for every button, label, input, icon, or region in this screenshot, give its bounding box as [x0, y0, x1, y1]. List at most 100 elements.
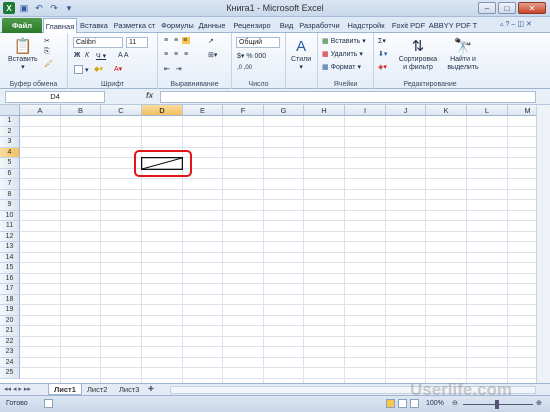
row-header-16[interactable]: 16 [0, 273, 20, 284]
vertical-align-buttons[interactable]: ≡ ≡ ≡ [164, 37, 191, 44]
row-header-2[interactable]: 2 [0, 126, 20, 137]
find-select-button[interactable]: 🔭 Найти и выделить [442, 36, 484, 72]
tab-page-layout[interactable]: Разметка ст [111, 18, 158, 33]
column-header-a[interactable]: A [20, 105, 61, 116]
row-header-17[interactable]: 17 [0, 284, 20, 295]
row-header-24[interactable]: 24 [0, 357, 20, 368]
row-header-1[interactable]: 1 [0, 116, 20, 127]
column-header-j[interactable]: J [386, 105, 426, 116]
column-header-e[interactable]: E [183, 105, 223, 116]
sheet-nav-icons[interactable]: ◂◂ ◂ ▸ ▸▸ [4, 385, 31, 393]
worksheet-grid[interactable]: A B C D E F G H I J K L M 1 2 3 4 5 6 7 8 9 10 11 12 13 14 15 16 17 18… [0, 105, 550, 383]
vertical-scrollbar[interactable] [536, 105, 550, 383]
column-header-g[interactable]: G [264, 105, 304, 116]
borders-button[interactable]: ▾ [74, 65, 89, 74]
column-header-k[interactable]: K [426, 105, 467, 116]
zoom-level[interactable]: 100% [426, 400, 444, 407]
horizontal-align-buttons[interactable]: ≡ ≡ ≡ [164, 51, 190, 58]
font-size-select[interactable]: 11 [126, 37, 148, 48]
macro-record-icon[interactable] [44, 399, 53, 408]
row-header-15[interactable]: 15 [0, 263, 20, 274]
zoom-in-icon[interactable]: ⊕ [536, 399, 542, 407]
sheet-tab-1[interactable]: Лист1 [48, 384, 82, 395]
column-header-l[interactable]: L [467, 105, 508, 116]
tab-developer[interactable]: Разработчи [297, 18, 342, 33]
row-header-12[interactable]: 12 [0, 231, 20, 242]
fill-color-button[interactable]: ◆▾ [94, 65, 103, 73]
zoom-slider-thumb[interactable] [495, 400, 499, 409]
row-header-7[interactable]: 7 [0, 179, 20, 190]
bold-button[interactable]: Ж [74, 52, 80, 59]
grow-font-icon[interactable]: A A [118, 52, 129, 59]
row-header-13[interactable]: 13 [0, 242, 20, 253]
insert-cells-button[interactable]: ▦ Вставить ▾ [322, 37, 366, 46]
row-header-10[interactable]: 10 [0, 210, 20, 221]
tab-abbyy-pdf[interactable]: ABBYY PDF T [428, 18, 478, 33]
row-header-3[interactable]: 3 [0, 137, 20, 148]
font-color-button[interactable]: A▾ [114, 65, 122, 73]
tab-insert[interactable]: Вставка [78, 18, 110, 33]
maximize-button[interactable]: □ [498, 2, 516, 14]
clear-button[interactable]: ◈▾ [378, 63, 387, 71]
row-header-4[interactable]: 4 [0, 147, 20, 158]
new-sheet-icon[interactable]: ✚ [148, 385, 154, 393]
tab-foxit-pdf[interactable]: Foxit PDF [390, 18, 427, 33]
tab-addins[interactable]: Надстройк [343, 18, 389, 33]
sheet-tab-2[interactable]: Лист2 [82, 384, 112, 395]
row-header-14[interactable]: 14 [0, 252, 20, 263]
row-header-9[interactable]: 9 [0, 200, 20, 211]
select-all-corner[interactable] [0, 105, 20, 116]
column-header-b[interactable]: B [61, 105, 101, 116]
column-header-f[interactable]: F [223, 105, 264, 116]
row-header-20[interactable]: 20 [0, 315, 20, 326]
merge-cells-icon[interactable]: ⊞▾ [208, 51, 217, 59]
column-header-d[interactable]: D [142, 105, 183, 116]
column-header-c[interactable]: C [101, 105, 142, 116]
font-name-select[interactable]: Calibri [73, 37, 123, 48]
column-header-h[interactable]: H [304, 105, 345, 116]
cut-icon[interactable]: ✂ [44, 37, 50, 45]
italic-button[interactable]: К [85, 52, 89, 59]
column-header-i[interactable]: I [345, 105, 386, 116]
tab-review[interactable]: Рецензиро [228, 18, 276, 33]
minimize-button[interactable]: – [478, 2, 496, 14]
row-header-6[interactable]: 6 [0, 168, 20, 179]
row-header-19[interactable]: 19 [0, 305, 20, 316]
function-icon[interactable]: fx [146, 91, 153, 100]
row-header-8[interactable]: 8 [0, 189, 20, 200]
tab-view[interactable]: Вид [277, 18, 296, 33]
row-header-18[interactable]: 18 [0, 294, 20, 305]
horizontal-scrollbar[interactable] [170, 386, 536, 394]
name-box[interactable]: D4 [5, 91, 105, 103]
row-header-21[interactable]: 21 [0, 326, 20, 337]
format-cells-button[interactable]: ▦ Формат ▾ [322, 63, 361, 72]
number-format-select[interactable]: Общий [236, 37, 280, 48]
tab-file[interactable]: Файл [2, 18, 42, 33]
row-header-22[interactable]: 22 [0, 336, 20, 347]
underline-button[interactable]: Ч ▾ [96, 52, 106, 60]
tab-formulas[interactable]: Формулы [159, 18, 196, 33]
row-header-11[interactable]: 11 [0, 221, 20, 232]
fill-button[interactable]: ⬇▾ [378, 50, 387, 58]
tab-data[interactable]: Данные [197, 18, 227, 33]
delete-cells-button[interactable]: ▦ Удалить ▾ [322, 50, 363, 59]
close-button[interactable]: ✕ [518, 2, 546, 14]
row-header-25[interactable]: 25 [0, 368, 20, 379]
currency-percent-buttons[interactable]: $▾ % 000 [237, 52, 266, 60]
copy-icon[interactable]: ⎘ [44, 48, 50, 56]
autosum-button[interactable]: Σ▾ [378, 37, 386, 45]
paste-button[interactable]: 📋 Вставить ▾ [8, 36, 38, 71]
orientation-icon[interactable]: ↗ [208, 37, 214, 45]
formula-input[interactable] [160, 91, 536, 103]
format-painter-icon[interactable]: 🖌 [44, 60, 53, 68]
ribbon-controls[interactable]: ▵? – ◫ ✕ [500, 20, 532, 29]
tab-home[interactable]: Главная [43, 18, 77, 33]
sort-filter-button[interactable]: ⇅ Сортировка и фильтр [396, 36, 440, 72]
view-buttons[interactable] [386, 399, 419, 408]
row-header-23[interactable]: 23 [0, 347, 20, 358]
row-header-5[interactable]: 5 [0, 158, 20, 169]
decimal-buttons[interactable]: ,0 ,00 [237, 65, 252, 71]
indent-buttons[interactable]: ⇤ ⇥ [164, 65, 184, 73]
sheet-tab-3[interactable]: Лист3 [114, 384, 144, 395]
styles-button[interactable]: A Стили ▾ [291, 36, 311, 72]
